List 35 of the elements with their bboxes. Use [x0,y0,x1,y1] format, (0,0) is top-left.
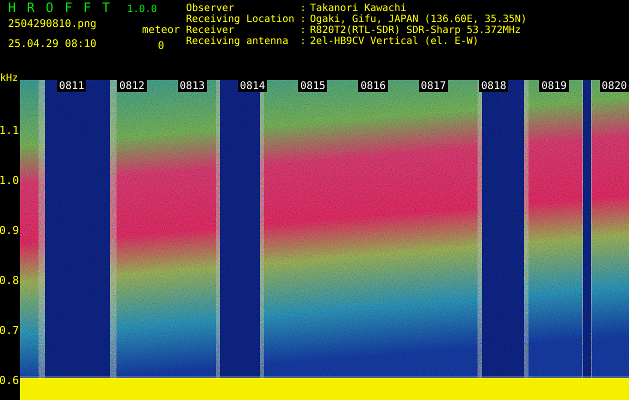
meteor-label: meteor [142,24,180,36]
info-separator: : [300,36,306,47]
app-version: 1.0.0 [126,4,158,15]
info-value: R820T2(RTL-SDR) SDR-Sharp 53.372MHz [310,25,521,36]
time-label: 0813 [178,80,207,92]
axis-label: 0.9 [0,224,19,236]
time-label: 0812 [117,80,147,92]
info-label: Observer [186,3,236,14]
time-label: 0818 [479,80,508,92]
info-value: Ogaki, Gifu, JAPAN (136.60E, 35.35N) [310,14,527,25]
app-title: HROFFT [8,1,121,16]
info-label: Receiver [186,25,236,36]
date-time: 25.04.29 08:10 [8,38,97,50]
axis-unit: kHz [0,73,18,84]
time-label: 0817 [418,80,448,92]
time-label: 0819 [539,80,569,92]
axis-label: 0.7 [0,324,19,336]
info-label: Receiving Location [186,14,296,25]
meteor-count: 0 [158,40,164,52]
time-label: 0815 [298,80,328,92]
info-value: Takanori Kawachi [310,3,406,14]
time-label: 0820 [600,80,629,92]
time-label: 0814 [238,80,268,92]
time-label: 0816 [358,80,388,92]
axis-label: 1.0 [0,174,19,186]
info-value: 2el-HB9CV Vertical (el. E-W) [310,36,479,47]
file-name: 2504290810.png [8,18,97,30]
time-label: 0811 [57,80,86,92]
info-label: Receiving antenna [186,36,290,47]
info-separator: : [300,25,306,36]
info-separator: : [300,14,306,25]
info-separator: : [300,3,306,14]
axis-label: 0.6 [0,374,19,386]
axis-label: 1.1 [0,124,19,136]
axis-label: 0.8 [0,274,19,286]
